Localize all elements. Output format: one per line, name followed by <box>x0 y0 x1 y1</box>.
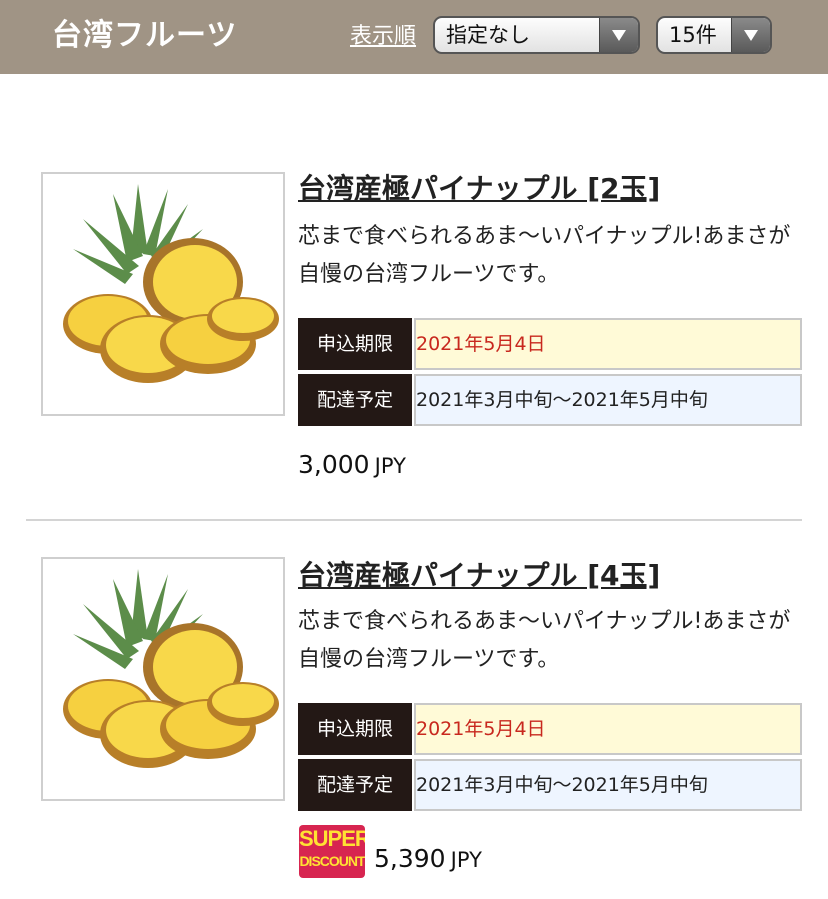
sort-order-dropdown-button[interactable] <box>599 18 638 52</box>
delivery-value: 2021年3月中旬〜2021年5月中旬 <box>414 374 802 426</box>
product-image[interactable] <box>41 172 285 416</box>
chevron-down-icon <box>612 30 626 41</box>
product-description: 芯まで食べられるあま〜いパイナップル!あまさが自慢の台湾フルーツです。 <box>298 224 791 287</box>
chevron-down-icon <box>744 30 758 41</box>
pineapple-image <box>63 184 279 383</box>
page-title: 台湾フルーツ <box>52 18 238 53</box>
product-description: 芯まで食べられるあま〜いパイナップル!あまさが自慢の台湾フルーツです。 <box>298 609 791 672</box>
delivery-value: 2021年3月中旬〜2021年5月中旬 <box>414 759 802 811</box>
super-discount-badge: SUPER DISCOUNT <box>299 825 365 878</box>
deadline-row: 申込期限 2021年5月4日 <box>298 318 802 370</box>
sort-order-value: 指定なし <box>446 23 530 47</box>
header-bar: 台湾フルーツ 表示順 指定なし 15件 <box>0 0 828 74</box>
delivery-row: 配達予定 2021年3月中旬〜2021年5月中旬 <box>298 374 802 426</box>
delivery-label: 配達予定 <box>298 759 412 811</box>
sort-order-select[interactable]: 指定なし <box>433 16 640 54</box>
deadline-value: 2021年5月4日 <box>414 318 802 370</box>
deadline-row: 申込期限 2021年5月4日 <box>298 703 802 755</box>
product-price: 3,000 JPY <box>298 447 406 486</box>
deadline-value: 2021年5月4日 <box>414 703 802 755</box>
badge-line-2: DISCOUNT <box>299 853 365 869</box>
product-title-link[interactable]: 台湾産極パイナップル [4玉] <box>298 557 660 595</box>
sort-order-link[interactable]: 表示順 <box>350 21 416 53</box>
product-price: 5,390 JPY <box>374 841 482 880</box>
pineapple-image <box>63 569 279 768</box>
delivery-label: 配達予定 <box>298 374 412 426</box>
items-per-page-select[interactable]: 15件 <box>656 16 772 54</box>
product-title-link[interactable]: 台湾産極パイナップル [2玉] <box>298 170 660 208</box>
item-divider <box>26 519 802 521</box>
price-currency: JPY <box>450 848 482 872</box>
product-image[interactable] <box>41 557 285 801</box>
delivery-row: 配達予定 2021年3月中旬〜2021年5月中旬 <box>298 759 802 811</box>
deadline-label: 申込期限 <box>298 318 412 370</box>
items-per-page-value: 15件 <box>669 23 717 47</box>
items-per-page-dropdown-button[interactable] <box>731 18 770 52</box>
deadline-label: 申込期限 <box>298 703 412 755</box>
price-amount: 5,390 <box>374 844 446 873</box>
price-amount: 3,000 <box>298 450 370 479</box>
price-currency: JPY <box>374 454 406 478</box>
badge-line-1: SUPER <box>299 826 365 851</box>
